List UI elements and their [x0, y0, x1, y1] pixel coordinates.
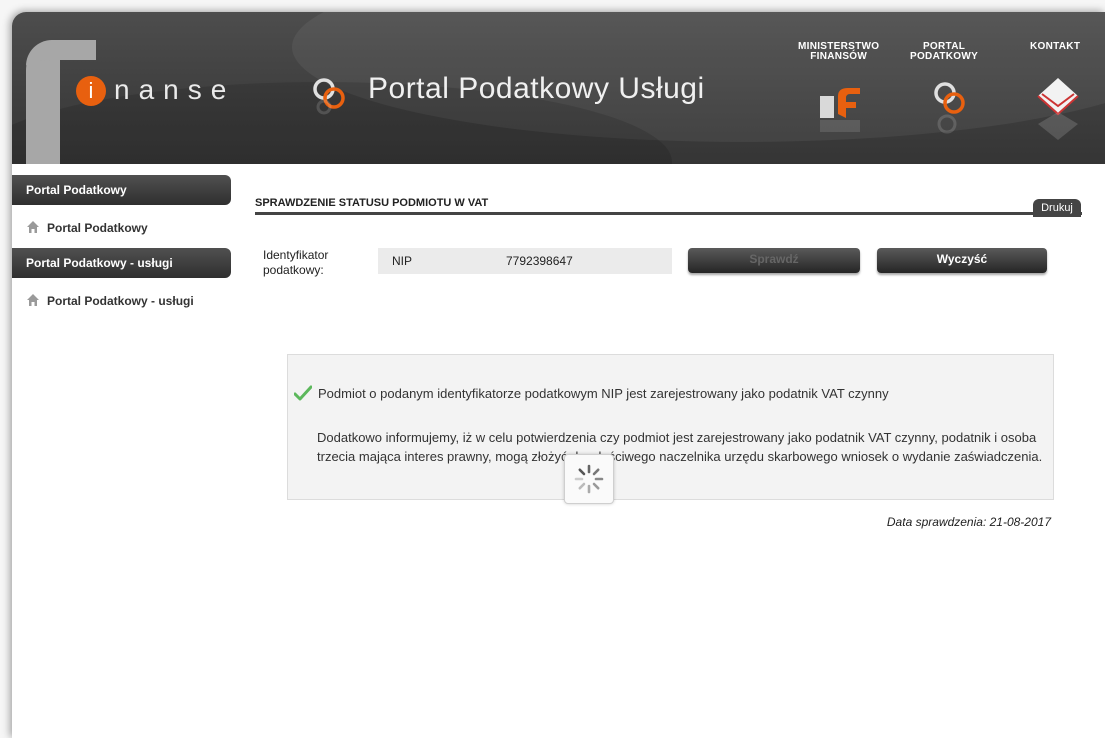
- result-message: Podmiot o podanym identyfikatorze podatk…: [318, 386, 889, 401]
- result-panel: Podmiot o podanym identyfikatorze podatk…: [287, 354, 1054, 500]
- ministry-logo-icon[interactable]: [816, 84, 870, 134]
- home-icon: [27, 294, 39, 306]
- envelope-icon[interactable]: [1032, 74, 1084, 142]
- portal-knot-icon: [313, 78, 345, 115]
- sidebar-heading-portal[interactable]: Portal Podatkowy: [12, 175, 231, 205]
- spinner-icon: [574, 464, 604, 494]
- sidebar-item-label: Portal Podatkowy - usługi: [47, 294, 194, 308]
- sidebar-item-services[interactable]: Portal Podatkowy - usługi: [26, 291, 194, 311]
- portal-link-line2: PODATKOWY: [910, 51, 979, 62]
- portal-link[interactable]: PORTAL PODATKOWY: [910, 42, 978, 62]
- identifier-label: Identyfikator podatkowy:: [263, 248, 329, 277]
- loading-spinner: [564, 454, 614, 504]
- sidebar-item-label: Portal Podatkowy: [47, 221, 148, 235]
- result-note: Dodatkowo informujemy, iż w celu potwier…: [317, 430, 1043, 464]
- check-button[interactable]: Sprawdź: [688, 248, 860, 273]
- page-frame: i nanse Portal Podatkowy Usługi MINISTER…: [12, 12, 1105, 738]
- print-button[interactable]: Drukuj: [1033, 199, 1081, 217]
- logo-i-badge[interactable]: i: [76, 76, 106, 106]
- id-type-select[interactable]: NIP: [378, 248, 492, 274]
- ministry-link-line2: FINANSÓW: [810, 51, 868, 62]
- portal-knot-icon[interactable]: [927, 78, 971, 136]
- ministry-link[interactable]: MINISTERSTWO FINANSÓW: [798, 42, 879, 62]
- logo-f-shape: [26, 40, 96, 66]
- sidebar-item-portal[interactable]: Portal Podatkowy: [26, 218, 148, 238]
- page-title: SPRAWDZENIE STATUSU PODMIOTU W VAT: [255, 197, 489, 209]
- contact-link-label: KONTAKT: [1030, 41, 1081, 52]
- title-divider: [255, 212, 1082, 215]
- logo-text[interactable]: nanse: [114, 74, 235, 106]
- contact-link[interactable]: KONTAKT: [1030, 42, 1080, 52]
- home-icon: [27, 221, 39, 233]
- sidebar-heading-services[interactable]: Portal Podatkowy - usługi: [12, 248, 231, 278]
- portal-title[interactable]: Portal Podatkowy Usługi: [368, 72, 705, 106]
- check-date: Data sprawdzenia: 21-08-2017: [886, 515, 1051, 529]
- nip-input[interactable]: 7792398647: [492, 248, 672, 274]
- checkmark-icon: [294, 385, 312, 401]
- clear-button[interactable]: Wyczyść: [877, 248, 1047, 273]
- header-banner: i nanse Portal Podatkowy Usługi MINISTER…: [12, 12, 1105, 164]
